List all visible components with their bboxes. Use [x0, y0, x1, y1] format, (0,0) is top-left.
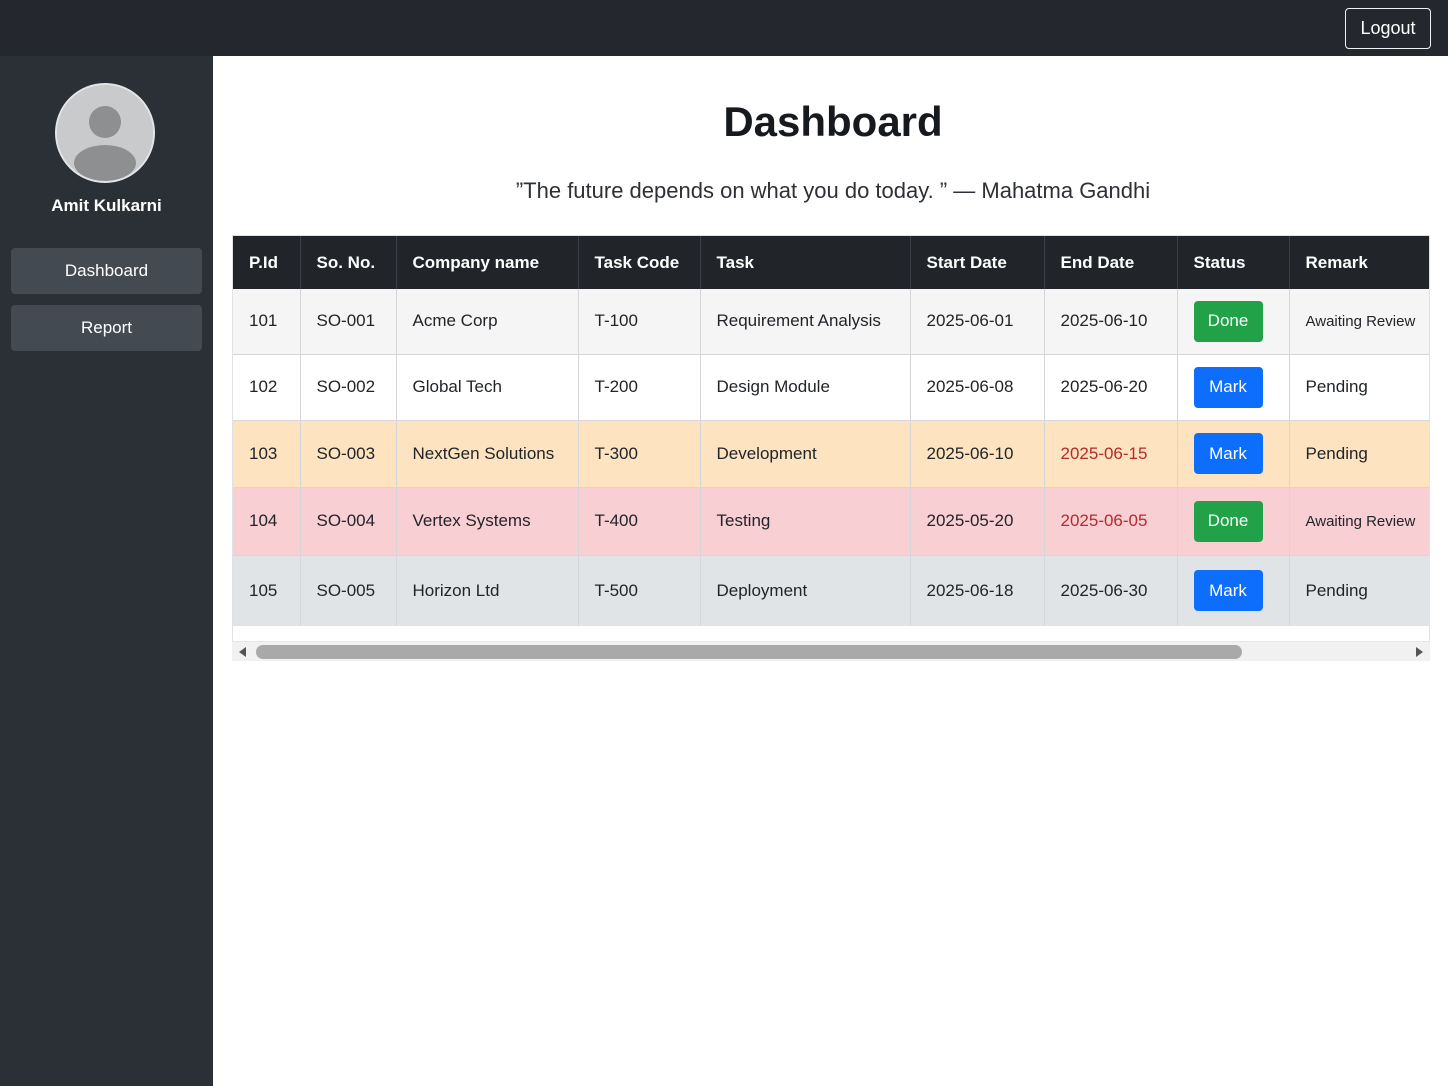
cell-task: Requirement Analysis	[700, 289, 911, 355]
quote-text: ”The future depends on what you do today…	[515, 178, 1151, 203]
cell-pid: 104	[233, 487, 301, 556]
cell-task: Design Module	[700, 354, 911, 421]
cell-so-no: SO-004	[300, 487, 397, 556]
task-table: P.Id So. No. Company name Task Code Task…	[233, 236, 1429, 626]
user-name: Amit Kulkarni	[51, 196, 162, 215]
cell-company: Acme Corp	[396, 289, 579, 355]
cell-status: Mark	[1177, 354, 1290, 421]
user-icon	[57, 85, 153, 181]
column-header-pid[interactable]: P.Id	[233, 236, 301, 289]
cell-start-date: 2025-06-01	[910, 289, 1045, 355]
cell-task-code: T-300	[578, 420, 701, 488]
table-header-row: P.Id So. No. Company name Task Code Task…	[233, 236, 1429, 289]
cell-status: Done	[1177, 289, 1290, 355]
column-header-start-date[interactable]: Start Date	[910, 236, 1045, 289]
cell-status: Done	[1177, 487, 1290, 556]
column-header-end-date[interactable]: End Date	[1044, 236, 1178, 289]
cell-remark: Pending	[1289, 555, 1429, 626]
cell-end-date: 2025-06-30	[1044, 555, 1178, 626]
avatar	[55, 83, 155, 183]
cell-status: Mark	[1177, 555, 1290, 626]
horizontal-scrollbar[interactable]	[232, 641, 1430, 661]
logout-button[interactable]: Logout	[1345, 8, 1431, 49]
cell-company: NextGen Solutions	[396, 420, 579, 488]
cell-end-date: 2025-06-15	[1044, 420, 1178, 488]
cell-task: Testing	[700, 487, 911, 556]
column-header-status[interactable]: Status	[1177, 236, 1290, 289]
cell-status: Mark	[1177, 420, 1290, 488]
mark-button[interactable]: Mark	[1193, 433, 1263, 474]
cell-company: Vertex Systems	[396, 487, 579, 556]
cell-company: Horizon Ltd	[396, 555, 579, 626]
cell-task-code: T-100	[578, 289, 701, 355]
cell-end-date: 2025-06-10	[1044, 289, 1178, 355]
main-content: Dashboard ”The future depends on what yo…	[213, 56, 1448, 1086]
cell-task-code: T-200	[578, 354, 701, 421]
page-title: Dashboard	[723, 98, 943, 145]
cell-task: Development	[700, 420, 911, 488]
cell-pid: 105	[233, 555, 301, 626]
cell-remark: Awaiting Review	[1289, 289, 1429, 355]
task-table-container: P.Id So. No. Company name Task Code Task…	[232, 235, 1430, 661]
cell-so-no: SO-001	[300, 289, 397, 355]
cell-task: Deployment	[700, 555, 911, 626]
scroll-left-icon[interactable]	[239, 647, 246, 657]
table-row: 103 SO-003 NextGen Solutions T-300 Devel…	[233, 420, 1429, 488]
mark-button[interactable]: Mark	[1193, 570, 1263, 612]
cell-pid: 103	[233, 420, 301, 488]
cell-company: Global Tech	[396, 354, 579, 421]
cell-remark: Pending	[1289, 354, 1429, 421]
column-header-remark[interactable]: Remark	[1289, 236, 1429, 289]
column-header-so-no[interactable]: So. No.	[300, 236, 397, 289]
table-row: 105 SO-005 Horizon Ltd T-500 Deployment …	[233, 555, 1429, 626]
cell-start-date: 2025-06-08	[910, 354, 1045, 421]
cell-so-no: SO-003	[300, 420, 397, 488]
cell-start-date: 2025-06-18	[910, 555, 1045, 626]
cell-start-date: 2025-06-10	[910, 420, 1045, 488]
table-row: 104 SO-004 Vertex Systems T-400 Testing …	[233, 487, 1429, 556]
table-row: 102 SO-002 Global Tech T-200 Design Modu…	[233, 354, 1429, 421]
column-header-company[interactable]: Company name	[396, 236, 579, 289]
sidebar-item-report[interactable]: Report	[11, 305, 202, 351]
cell-task-code: T-400	[578, 487, 701, 556]
table-row: 101 SO-001 Acme Corp T-100 Requirement A…	[233, 289, 1429, 355]
cell-so-no: SO-005	[300, 555, 397, 626]
cell-so-no: SO-002	[300, 354, 397, 421]
cell-task-code: T-500	[578, 555, 701, 626]
cell-pid: 102	[233, 354, 301, 421]
sidebar-item-dashboard[interactable]: Dashboard	[11, 248, 202, 294]
scroll-right-icon[interactable]	[1416, 647, 1423, 657]
cell-remark: Pending	[1289, 420, 1429, 488]
done-button[interactable]: Done	[1193, 300, 1263, 342]
column-header-task-code[interactable]: Task Code	[578, 236, 701, 289]
cell-start-date: 2025-05-20	[910, 487, 1045, 556]
mark-button[interactable]: Mark	[1193, 366, 1263, 408]
cell-remark: Awaiting Review	[1289, 487, 1429, 556]
cell-end-date: 2025-06-20	[1044, 354, 1178, 421]
column-header-task[interactable]: Task	[700, 236, 911, 289]
cell-end-date: 2025-06-05	[1044, 487, 1178, 556]
scrollbar-thumb[interactable]	[256, 645, 1242, 659]
done-button[interactable]: Done	[1193, 500, 1263, 542]
cell-pid: 101	[233, 289, 301, 355]
sidebar: Amit Kulkarni Dashboard Report	[0, 56, 213, 1086]
top-navbar: Logout	[0, 0, 1448, 56]
